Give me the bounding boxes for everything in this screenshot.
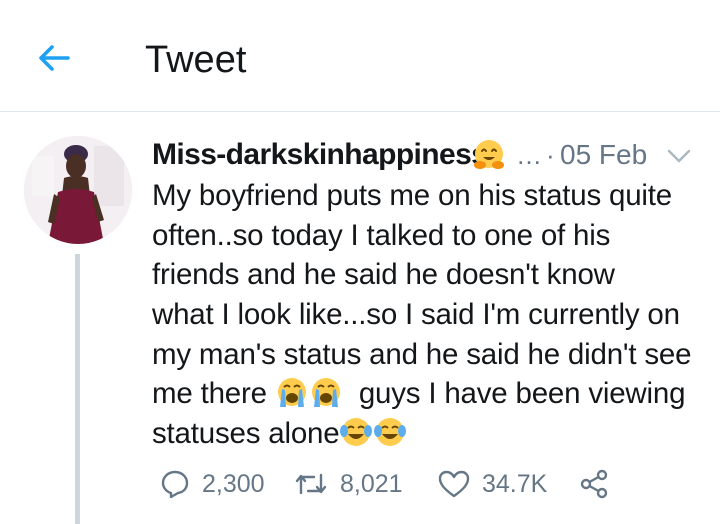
thread-line — [75, 254, 80, 524]
heart-icon — [438, 470, 470, 498]
face-with-tears-of-joy-emoji — [374, 418, 407, 447]
page-title: Tweet — [145, 39, 247, 81]
reply-icon — [161, 470, 189, 499]
top-bar: Tweet — [0, 0, 720, 112]
avatar[interactable] — [24, 136, 132, 244]
share-icon — [580, 469, 608, 499]
tweet-text-line: My boyfriend puts me on his status quite — [152, 179, 672, 212]
loudly-crying-face-emoji — [277, 378, 306, 408]
separator-dot: · — [546, 140, 555, 170]
tweet-text-line: statuses alone — [152, 414, 712, 454]
hugging-face-emoji — [474, 140, 504, 169]
like-count: 34.7K — [482, 470, 548, 498]
tweet-actions: 2,300 8,021 34.7K — [152, 462, 712, 506]
tweet-text-line: what I look like...so I said I'm current… — [152, 298, 680, 332]
tweet-text-line: my man's status and he said he didn't se… — [152, 337, 692, 371]
back-button[interactable] — [34, 38, 74, 78]
handle-truncation: … — [516, 140, 543, 170]
reply-count: 2,300 — [202, 470, 265, 498]
tweet-header: Miss-darkskinhappiness … · 05 Feb — [152, 136, 700, 176]
tweet-text-fragment: me there — [152, 377, 267, 411]
face-with-tears-of-joy-emoji — [340, 418, 373, 447]
tweet-date[interactable]: 05 Feb — [560, 136, 647, 174]
tweet-text-fragment: statuses alone — [152, 417, 340, 451]
avatar-photo — [24, 136, 132, 244]
arrow-left-icon — [39, 45, 70, 71]
tweet-text: My boyfriend puts me on his status quite… — [152, 176, 712, 454]
reply-button[interactable]: 2,300 — [160, 462, 265, 506]
tweet-text-line: friends and he said he doesn't know — [152, 258, 615, 292]
author-name[interactable]: Miss-darkskinhappiness — [152, 136, 488, 174]
like-button[interactable]: 34.7K — [438, 462, 547, 506]
tweet-text-line: often..so today I talked to one of his — [152, 218, 611, 252]
loudly-crying-face-emoji — [311, 378, 340, 408]
retweet-button[interactable]: 8,021 — [294, 462, 403, 506]
tweet-text-line: me there guys I have been viewing — [152, 374, 712, 414]
retweet-count: 8,021 — [340, 470, 403, 498]
chevron-down-icon[interactable] — [664, 144, 694, 168]
retweet-icon — [295, 473, 327, 495]
tweet-text-fragment: guys I have been viewing — [358, 377, 686, 411]
share-button[interactable] — [578, 462, 610, 506]
